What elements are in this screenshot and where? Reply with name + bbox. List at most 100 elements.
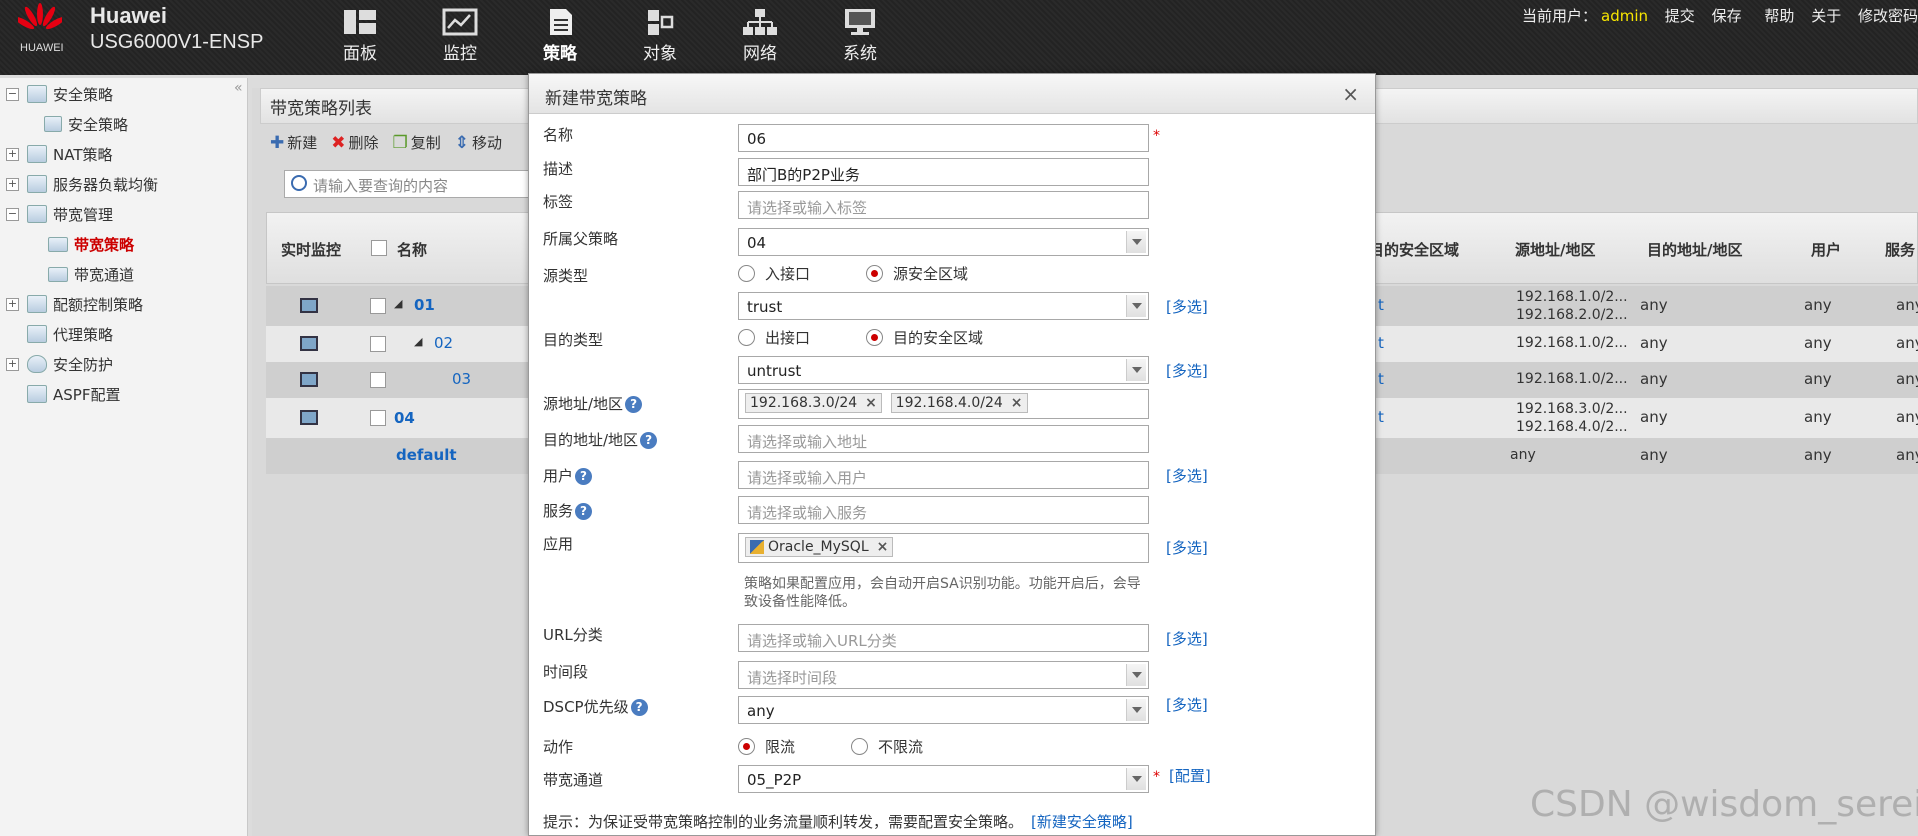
about-link[interactable]: 关于 — [1811, 7, 1841, 25]
bandwidth-channel-select[interactable]: 05_P2P — [738, 765, 1149, 793]
dest-zone-select[interactable]: untrust — [738, 356, 1149, 384]
help-link[interactable]: 帮助 — [1764, 7, 1794, 25]
chevron-down-icon[interactable] — [1126, 768, 1146, 790]
row-checkbox[interactable] — [370, 410, 386, 426]
expand-toggle[interactable]: + — [6, 177, 19, 191]
chevron-down-icon[interactable] — [1126, 664, 1146, 686]
help-icon[interactable]: ? — [625, 396, 643, 413]
service-field[interactable]: 请选择或输入服务 — [738, 496, 1149, 524]
multi-select-link[interactable]: [多选] — [1166, 296, 1208, 317]
name-field[interactable]: 06 — [738, 124, 1149, 152]
nav-monitor[interactable]: 监控 — [410, 8, 510, 64]
radio-outbound-interface[interactable] — [738, 329, 755, 346]
collapse-toggle[interactable]: − — [6, 87, 19, 101]
radio-label: 目的安全区域 — [893, 329, 984, 347]
sidebar-item-aspf-config[interactable]: ASPF配置 — [27, 382, 120, 406]
policy-name-link[interactable]: 02 — [434, 334, 453, 352]
tag-field[interactable]: 请选择或输入标签 — [738, 191, 1149, 219]
radio-no-limit[interactable] — [851, 738, 869, 755]
help-icon[interactable]: ? — [640, 432, 658, 449]
radio-inbound-interface[interactable] — [738, 265, 755, 282]
help-icon[interactable]: ? — [575, 468, 593, 485]
row-checkbox[interactable] — [370, 336, 386, 352]
remove-tag-icon[interactable]: × — [877, 539, 889, 555]
nav-network[interactable]: 网络 — [710, 8, 810, 64]
change-password-link[interactable]: 修改密码 — [1858, 7, 1918, 25]
sidebar-item-server-load-balancing[interactable]: + 服务器负载均衡 — [6, 172, 158, 196]
monitor-icon[interactable] — [300, 410, 318, 425]
expand-toggle[interactable]: + — [6, 297, 19, 311]
sidebar-item-security-policy[interactable]: 安全策略 — [44, 112, 128, 136]
nav-object[interactable]: 对象 — [610, 8, 710, 64]
monitor-icon[interactable] — [300, 298, 318, 313]
chevron-down-icon[interactable] — [1126, 295, 1146, 317]
nav-policy[interactable]: 策略 — [510, 8, 610, 64]
url-category-field[interactable]: 请选择或输入URL分类 — [738, 624, 1149, 652]
policy-name-link[interactable]: 04 — [394, 409, 415, 427]
help-icon[interactable]: ? — [630, 699, 648, 716]
multi-select-link[interactable]: [多选] — [1166, 537, 1208, 558]
search-input[interactable]: 请输入要查询的内容 — [284, 170, 534, 198]
remove-tag-icon[interactable]: × — [865, 395, 877, 411]
parent-policy-select[interactable]: 04 — [738, 228, 1149, 256]
expand-toggle[interactable]: + — [6, 147, 19, 161]
help-icon[interactable]: ? — [575, 503, 593, 520]
nav-dashboard[interactable]: 面板 — [310, 8, 410, 64]
sidebar-item-bandwidth-management[interactable]: − 带宽管理 — [6, 202, 113, 226]
multi-select-link[interactable]: [多选] — [1166, 465, 1208, 486]
dscp-select[interactable]: any — [738, 696, 1149, 724]
multi-select-link[interactable]: [多选] — [1166, 628, 1208, 649]
close-icon[interactable]: × — [1342, 82, 1359, 106]
sidebar-item-nat-policy[interactable]: + NAT策略 — [6, 142, 112, 166]
collapse-toggle[interactable]: − — [6, 207, 19, 221]
expand-triangle-icon[interactable]: ◢ — [394, 297, 402, 310]
chevron-down-icon[interactable] — [1126, 359, 1146, 381]
description-field[interactable]: 部门B的P2P业务 — [738, 158, 1149, 186]
source-zone-select[interactable]: trust — [738, 292, 1149, 320]
source-address-field[interactable]: 192.168.3.0/24 × 192.168.4.0/24 × — [738, 389, 1149, 419]
nav-system[interactable]: 系统 — [810, 8, 910, 64]
delete-button[interactable]: ✖ 删除 — [331, 132, 378, 153]
new-button[interactable]: ✚ 新建 — [270, 132, 317, 153]
radio-label: 限流 — [765, 738, 796, 756]
row-checkbox[interactable] — [370, 298, 386, 314]
application-field[interactable]: Oracle_MySQL × — [738, 533, 1149, 563]
chevron-down-icon[interactable] — [1126, 231, 1146, 253]
sidebar-item-quota-control[interactable]: + 配额控制策略 — [6, 292, 143, 316]
select-all-checkbox[interactable] — [371, 240, 387, 256]
user-field[interactable]: 请选择或输入用户 — [738, 461, 1149, 489]
field-label: 带宽通道 — [543, 771, 604, 789]
multi-select-link[interactable]: [多选] — [1166, 694, 1208, 715]
collapse-sidebar-icon[interactable]: « — [234, 80, 243, 96]
expand-toggle[interactable]: + — [6, 357, 19, 371]
commit-link[interactable]: 提交 — [1665, 7, 1695, 25]
monitor-icon[interactable] — [300, 372, 318, 387]
remove-tag-icon[interactable]: × — [1011, 395, 1023, 411]
time-range-select[interactable]: 请选择时间段 — [738, 661, 1149, 689]
radio-limit[interactable] — [738, 738, 755, 755]
multi-select-link[interactable]: [多选] — [1166, 360, 1208, 381]
radio-dest-zone[interactable] — [866, 329, 884, 346]
select-value: any — [747, 702, 775, 720]
move-button[interactable]: ⇕ 移动 — [455, 132, 502, 153]
new-security-policy-link[interactable]: [新建安全策略] — [1031, 813, 1133, 831]
row-checkbox[interactable] — [370, 372, 386, 388]
sidebar-item-bandwidth-channel[interactable]: 带宽通道 — [48, 262, 134, 286]
radio-source-zone[interactable] — [866, 265, 884, 282]
expand-triangle-icon[interactable]: ◢ — [414, 335, 422, 348]
copy-button[interactable]: ❐ 复制 — [393, 132, 441, 153]
monitor-icon[interactable] — [300, 336, 318, 351]
save-link[interactable]: 保存 — [1712, 7, 1742, 25]
policy-icon — [44, 116, 62, 132]
policy-name-link[interactable]: default — [396, 446, 457, 464]
policy-name-link[interactable]: 03 — [452, 370, 471, 388]
chevron-down-icon[interactable] — [1126, 699, 1146, 721]
sidebar-item-bandwidth-policy[interactable]: 带宽策略 — [48, 232, 134, 256]
sidebar-item-security-protection[interactable]: + 安全防护 — [6, 352, 113, 376]
nav-label: 策略 — [543, 44, 577, 64]
sidebar-item-security-policy-group[interactable]: − 安全策略 — [6, 82, 113, 106]
sidebar-item-proxy-policy[interactable]: 代理策略 — [27, 322, 113, 346]
policy-name-link[interactable]: 01 — [414, 296, 435, 314]
configure-link[interactable]: [配置] — [1169, 765, 1211, 786]
dest-address-field[interactable]: 请选择或输入地址 — [738, 425, 1149, 453]
